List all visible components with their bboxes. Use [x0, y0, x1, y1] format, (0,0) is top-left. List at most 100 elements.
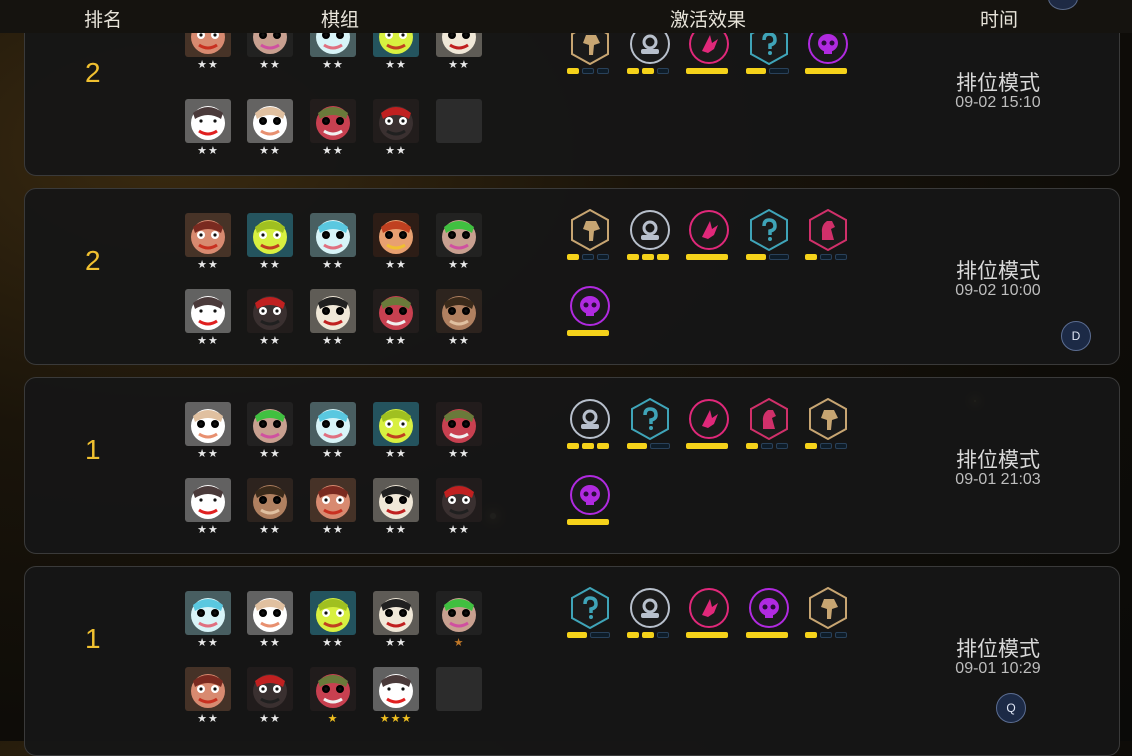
unit-slot[interactable]: ★★: [185, 213, 231, 272]
trait-badge[interactable]: [686, 398, 732, 449]
unit-slot[interactable]: ★★: [373, 478, 419, 537]
unit-stars: ★★: [197, 524, 219, 536]
unit-slot[interactable]: ★★: [185, 667, 231, 726]
trait-badge[interactable]: [746, 398, 792, 449]
frost-bear-portrait: [185, 591, 231, 635]
match-card[interactable]: 1 ★★ ★★ ★★ ★★: [24, 377, 1120, 554]
unit-stars: ★★: [259, 145, 281, 157]
trait-badge[interactable]: [567, 398, 613, 449]
unit-slot[interactable]: ★★: [247, 289, 293, 348]
unit-slot[interactable]: [436, 667, 482, 726]
unit-slot[interactable]: [436, 99, 482, 158]
trait-badge[interactable]: [805, 398, 851, 449]
rank-value: 1: [85, 623, 101, 654]
bird-icon: [688, 209, 730, 251]
unit-slot[interactable]: ★★: [310, 213, 356, 272]
user-avatar[interactable]: [1048, 0, 1078, 10]
unit-slot[interactable]: ★★: [247, 591, 293, 650]
rank-value: 2: [85, 245, 101, 276]
unit-slot[interactable]: ★★: [310, 99, 356, 158]
trait-progress-segment: [650, 443, 670, 449]
white-sheep-portrait: [247, 591, 293, 635]
red-beard-brawler-portrait: [185, 213, 231, 257]
trait-badge[interactable]: [686, 209, 732, 260]
unit-slot[interactable]: ★★: [185, 402, 231, 461]
unit-slot[interactable]: ★★: [247, 99, 293, 158]
unit-slot[interactable]: ★★: [310, 478, 356, 537]
trait-badge[interactable]: [627, 587, 673, 638]
unit-slot[interactable]: ★★: [436, 289, 482, 348]
unit-slot[interactable]: ★★: [373, 402, 419, 461]
unit-stars: ★★: [197, 335, 219, 347]
unit-stars: ★★: [197, 59, 219, 71]
helmet-icon: [629, 209, 671, 251]
trait-badge[interactable]: [746, 209, 792, 260]
unit-slot[interactable]: ★★: [373, 591, 419, 650]
unit-stars: ★★: [448, 335, 470, 347]
trait-progress-segment: [820, 443, 832, 449]
unit-stars: ★★: [259, 637, 281, 649]
unit-slot[interactable]: ★: [310, 667, 356, 726]
unit-slot[interactable]: ★★: [185, 478, 231, 537]
game-mode: 排位模式: [956, 259, 1040, 283]
unit-slot[interactable]: ★★: [185, 289, 231, 348]
unit-slot[interactable]: ★★: [185, 99, 231, 158]
unit-slot[interactable]: ★★★: [373, 667, 419, 726]
unit-slot[interactable]: ★★: [247, 667, 293, 726]
trait-progress-segment: [590, 632, 610, 638]
trait-badge[interactable]: [627, 398, 673, 449]
trait-badge[interactable]: [805, 587, 851, 638]
horned-tusk-beast-portrait: [185, 99, 231, 143]
match-card[interactable]: 1 ★★ ★★ ★★ ★★: [24, 566, 1120, 756]
trait-badge[interactable]: [567, 209, 613, 260]
unit-slot[interactable]: ★★: [373, 213, 419, 272]
trait-progress: [686, 254, 732, 260]
unit-slot[interactable]: ★: [436, 591, 482, 650]
trait-progress-segment: [657, 632, 669, 638]
player-avatar[interactable]: D: [1061, 321, 1091, 351]
unit-stars: ★★: [322, 145, 344, 157]
unit-slot[interactable]: ★★: [310, 402, 356, 461]
trait-badge[interactable]: [567, 587, 613, 638]
trait-progress-segment: [835, 443, 847, 449]
trait-badge[interactable]: [567, 285, 613, 336]
red-hat-bandit-portrait: [247, 667, 293, 711]
unit-stars: ★★: [385, 145, 407, 157]
unit-slot[interactable]: ★★: [247, 402, 293, 461]
white-sheep-portrait: [185, 402, 231, 446]
trait-progress-segment: [746, 254, 766, 260]
knight-icon: [807, 209, 849, 251]
horned-tusk-beast-portrait: [185, 289, 231, 333]
player-avatar[interactable]: Q: [996, 693, 1026, 723]
helmet-icon: [629, 587, 671, 629]
trait-badge[interactable]: [686, 587, 732, 638]
helmet-icon: [569, 398, 611, 440]
trait-badge[interactable]: [567, 474, 613, 525]
unit-slot[interactable]: ★★: [436, 478, 482, 537]
green-horned-ogre-portrait: [247, 402, 293, 446]
unit-slot[interactable]: ★★: [310, 591, 356, 650]
trait-progress-segment: [597, 443, 609, 449]
unit-slot[interactable]: ★★: [310, 289, 356, 348]
trait-badge[interactable]: [627, 209, 673, 260]
unit-stars: ★★: [259, 259, 281, 271]
trait-progress: [805, 443, 851, 449]
game-mode: 排位模式: [956, 71, 1040, 95]
unit-slot[interactable]: ★★: [436, 213, 482, 272]
match-card[interactable]: 2 ★★ ★★ ★★ ★★: [24, 188, 1120, 365]
unit-slot[interactable]: ★★: [247, 478, 293, 537]
unit-slot[interactable]: ★★: [185, 591, 231, 650]
trait-badge[interactable]: [805, 209, 851, 260]
trait-badge[interactable]: [746, 587, 792, 638]
frost-bear-portrait: [310, 402, 356, 446]
skull-icon: [569, 285, 611, 327]
unit-slot[interactable]: ★★: [373, 289, 419, 348]
match-time: 09-01 21:03: [955, 471, 1041, 488]
trait-progress: [746, 68, 792, 74]
unit-slot[interactable]: ★★: [373, 99, 419, 158]
unit-slot[interactable]: ★★: [436, 402, 482, 461]
unit-stars: ★★: [322, 448, 344, 460]
unit-slot[interactable]: ★★: [247, 213, 293, 272]
trait-progress-segment: [567, 68, 579, 74]
unit-stars: ★★★: [379, 713, 413, 725]
